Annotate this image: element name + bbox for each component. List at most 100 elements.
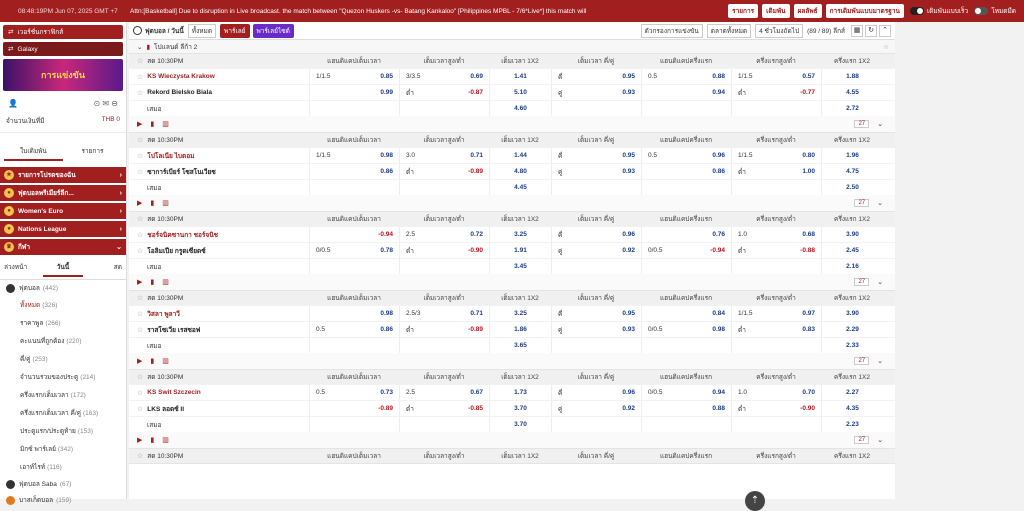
odds-cell[interactable]: 4.80 — [489, 164, 551, 179]
graphics-version-button[interactable]: ⇄ เวอร์ชั่นกราฟิกส์ — [3, 25, 123, 39]
star-icon[interactable]: ☆ — [137, 373, 143, 381]
odds-cell[interactable]: 0/0.5 0.98 — [641, 322, 731, 337]
time-select[interactable]: 4 ชั่วโมงถัดไป — [755, 23, 804, 38]
odds-cell[interactable]: 2.16 — [821, 259, 883, 274]
odds-cell[interactable]: 2.5/3 0.71 — [399, 306, 489, 321]
menu-nations-league[interactable]: ● Nations League › — [0, 221, 126, 237]
odds-cell[interactable]: ต่ำ -0.88 — [731, 243, 821, 258]
sub-ht-ft[interactable]: ครึ่งแรก/เต็มเวลา (172) — [0, 386, 126, 404]
odds-cell[interactable]: 0.86 — [641, 164, 731, 179]
odds-cell[interactable]: 2.50 — [821, 180, 883, 195]
odds-cell[interactable]: 0/0.5 -0.94 — [641, 243, 731, 258]
star-icon[interactable]: ☆ — [137, 168, 143, 176]
odds-cell[interactable]: 1/1.5 0.57 — [731, 69, 821, 84]
odds-cell[interactable]: คี่ 0.95 — [551, 69, 641, 84]
quick-bet-toggle[interactable]: เดิมพันแบบเร็ว — [909, 6, 968, 16]
odds-cell[interactable]: 1/1.5 0.85 — [309, 69, 399, 84]
odds-cell[interactable]: 2.5 0.67 — [399, 385, 489, 400]
more-markets-button[interactable]: 27 — [854, 436, 870, 444]
promo-banner[interactable]: การแข่งขัน — [3, 59, 123, 91]
odds-cell[interactable]: คู่ 0.92 — [551, 243, 641, 258]
stats-icon[interactable]: ▮ — [150, 120, 154, 128]
sub-first-last-goal[interactable]: ประตูแรก/ประตูท้าย (153) — [0, 422, 126, 440]
star-icon[interactable]: ☆ — [137, 452, 143, 460]
odds-cell[interactable]: 3.70 — [489, 401, 551, 416]
sub-correct-score[interactable]: คะแนนที่ถูกต้อง (220) — [0, 332, 126, 350]
odds-cell[interactable]: 2.33 — [821, 338, 883, 353]
odds-cell[interactable]: 0.99 — [309, 85, 399, 100]
odds-cell[interactable]: 1.96 — [821, 148, 883, 163]
odds-cell[interactable]: 4.75 — [821, 164, 883, 179]
menu-sports[interactable]: ♛ กีฬา ⌄ — [0, 239, 126, 255]
match-filter-select[interactable]: ตัวกรองการแข่งขัน — [640, 23, 703, 38]
odds-cell[interactable]: 0.5 0.88 — [641, 69, 731, 84]
star-icon[interactable]: ☆ — [137, 89, 143, 97]
sport-select[interactable]: ทั้งหมด — [187, 23, 217, 38]
odds-cell[interactable]: 1/1.5 0.97 — [731, 306, 821, 321]
odds-cell[interactable]: 0.84 — [641, 306, 731, 321]
market-select[interactable]: ตลาดทั้งหมด — [706, 23, 752, 38]
odds-cell[interactable]: 0.94 — [641, 85, 731, 100]
chevron-down-icon[interactable]: ⌄ — [877, 120, 883, 128]
more-markets-button[interactable]: 27 — [854, 278, 870, 286]
tab-today[interactable]: วันนี้ — [43, 259, 83, 277]
chevron-down-icon[interactable]: ⌄ — [877, 436, 883, 444]
odds-cell[interactable]: 1.41 — [489, 69, 551, 84]
odds-cell[interactable]: 0/0.5 0.94 — [641, 385, 731, 400]
odds-cell[interactable]: 4.45 — [489, 180, 551, 195]
odds-cell[interactable]: คี่ 0.96 — [551, 227, 641, 242]
odds-cell[interactable]: ต่ำ -0.85 — [399, 401, 489, 416]
odds-cell[interactable]: 4.60 — [489, 101, 551, 116]
play-icon[interactable]: ▶ — [137, 357, 142, 365]
chevron-down-icon[interactable]: ⌄ — [877, 199, 883, 207]
chart-icon[interactable]: ▥ — [162, 199, 169, 207]
topbar-button-results[interactable]: ผลลัพธ์ — [793, 4, 822, 18]
topbar-button-bet[interactable]: เดิมพัน — [762, 4, 790, 18]
parlay-site-button[interactable]: พาร์เลย์ไซต์ — [252, 23, 294, 38]
odds-cell[interactable]: 1.0 0.68 — [731, 227, 821, 242]
odds-cell[interactable]: 1/1.5 0.98 — [309, 148, 399, 163]
odds-cell[interactable]: ต่ำ 1.00 — [731, 164, 821, 179]
menu-favorites[interactable]: ★ รายการโปรดของฉัน › — [0, 167, 126, 183]
stats-icon[interactable]: ▮ — [150, 199, 154, 207]
star-icon[interactable]: ☆ — [137, 389, 143, 397]
sub-ht-ft-odd-even[interactable]: ครึ่งแรก/เต็มเวลา คี่/คู่ (163) — [0, 404, 126, 422]
chart-icon[interactable]: ▥ — [162, 357, 169, 365]
chevron-down-icon[interactable]: ⌄ — [877, 278, 883, 286]
chevron-down-icon[interactable]: ⌄ — [877, 357, 883, 365]
odds-cell[interactable]: คู่ 0.93 — [551, 85, 641, 100]
sport-basketball[interactable]: บาสเก็ตบอล (159) — [0, 492, 126, 508]
sub-total-goals[interactable]: จำนวนรวมของประตู (214) — [0, 368, 126, 386]
galaxy-button[interactable]: ⇄ Galaxy — [3, 42, 123, 56]
more-markets-button[interactable]: 27 — [854, 120, 870, 128]
odds-cell[interactable]: คู่ 0.92 — [551, 401, 641, 416]
stats-icon[interactable]: ▮ — [150, 278, 154, 286]
chart-icon[interactable]: ▥ — [162, 278, 169, 286]
odds-cell[interactable]: 0.86 — [309, 164, 399, 179]
sub-outright[interactable]: เอาท์ไรท์ (116) — [0, 458, 126, 476]
star-icon[interactable]: ☆ — [137, 294, 143, 302]
star-icon[interactable]: ☆ — [137, 231, 143, 239]
odds-cell[interactable]: 0.5 0.86 — [309, 322, 399, 337]
odds-cell[interactable]: 0.5 0.96 — [641, 148, 731, 163]
odds-cell[interactable]: 2.23 — [821, 417, 883, 432]
odds-cell[interactable]: 3.90 — [821, 306, 883, 321]
odds-cell[interactable]: ต่ำ -0.90 — [731, 401, 821, 416]
topbar-button-standard[interactable]: การเดิมพันแบบมาตรฐาน — [825, 4, 904, 18]
star-icon[interactable]: ☆ — [137, 310, 143, 318]
sport-soccer[interactable]: ฟุตบอล (442) — [0, 280, 126, 296]
odds-cell[interactable]: ต่ำ -0.87 — [399, 85, 489, 100]
odds-cell[interactable]: 2.5 0.72 — [399, 227, 489, 242]
odds-cell[interactable]: 3.45 — [489, 259, 551, 274]
sport-soccer-saba[interactable]: ฟุตบอล Saba (67) — [0, 476, 126, 492]
odds-cell[interactable]: ต่ำ -0.89 — [399, 322, 489, 337]
star-icon[interactable]: ☆ — [137, 152, 143, 160]
odds-cell[interactable]: 4.35 — [821, 401, 883, 416]
odds-cell[interactable]: 1.86 — [489, 322, 551, 337]
more-markets-button[interactable]: 27 — [854, 357, 870, 365]
star-icon[interactable]: ☆ — [137, 405, 143, 413]
league-header[interactable]: ⌄ ▮ โปแลนด์ ลีก้า 2 ☆ — [129, 40, 895, 54]
odds-cell[interactable]: 5.10 — [489, 85, 551, 100]
menu-womens-euro[interactable]: ● Women's Euro › — [0, 203, 126, 219]
odds-cell[interactable]: 3.0 0.71 — [399, 148, 489, 163]
